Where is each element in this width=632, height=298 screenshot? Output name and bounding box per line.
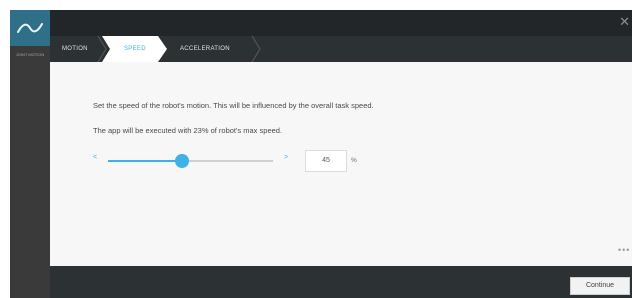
close-icon[interactable]: ✕ <box>619 15 630 28</box>
title-bar: ✕ <box>50 10 632 36</box>
decrease-chevron-icon[interactable]: < <box>93 154 97 161</box>
increase-chevron-icon[interactable]: > <box>284 154 288 161</box>
speed-summary: The app will be executed with 23% of rob… <box>93 126 283 135</box>
step-bar: MOTION SPEED ACCELERATION <box>50 36 632 62</box>
slider-thumb[interactable] <box>175 154 190 168</box>
more-options-icon[interactable]: ••• <box>618 245 630 255</box>
tab-motion[interactable]: MOTION <box>62 36 88 62</box>
speed-slider[interactable] <box>108 154 273 168</box>
curve-icon <box>17 23 43 33</box>
slider-fill <box>108 160 183 162</box>
footer-bar: Continue <box>50 266 632 298</box>
main-content: Set the speed of the robot's motion. Thi… <box>50 62 632 266</box>
speed-value-input[interactable]: 45 <box>305 150 347 172</box>
sidebar-label: JOINT MOTION <box>15 52 45 57</box>
continue-button[interactable]: Continue <box>570 277 630 295</box>
app-icon-button[interactable] <box>10 10 50 46</box>
tab-acceleration[interactable]: ACCELERATION <box>180 36 230 62</box>
speed-description: Set the speed of the robot's motion. Thi… <box>93 101 374 110</box>
chevron-separator-icon <box>251 36 261 62</box>
unit-label: % <box>351 157 357 164</box>
tab-speed[interactable]: SPEED <box>124 36 146 62</box>
